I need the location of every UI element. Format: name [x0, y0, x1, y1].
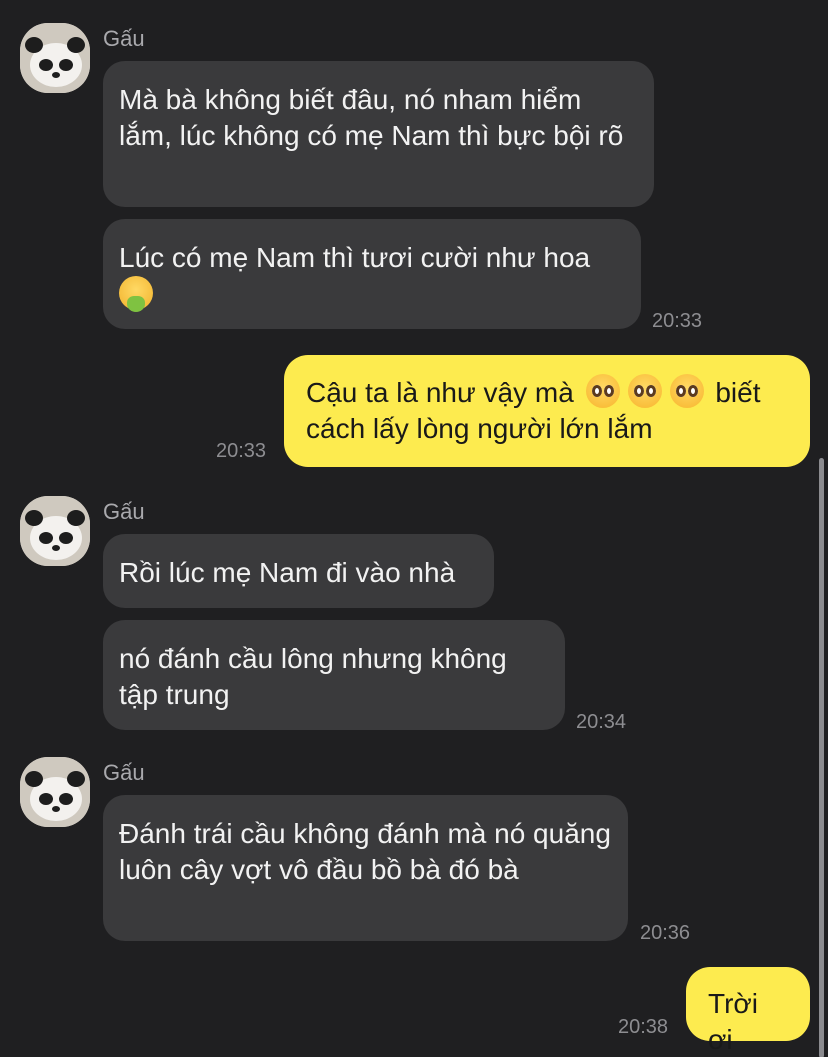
pleading-face-emoji	[669, 374, 704, 408]
pleading-face-emoji	[585, 374, 620, 408]
message-text: Cậu ta là như vậy mà	[306, 377, 574, 408]
message-bubble[interactable]: Đánh trái cầu không đánh mà nó quăng luô…	[103, 795, 628, 941]
message-text: Trời ơi	[708, 988, 758, 1055]
avatar[interactable]	[20, 757, 90, 827]
message-bubble[interactable]: Lúc có mẹ Nam thì tươi cười như hoa	[103, 219, 641, 329]
message-timestamp: 20:38	[618, 1016, 669, 1038]
chat-screen: Gấu Mà bà không biết đâu, nó nham hiểm l…	[0, 0, 828, 1057]
avatar[interactable]	[20, 496, 90, 566]
sender-name: Gấu	[103, 760, 145, 785]
avatar[interactable]	[20, 23, 90, 93]
message-text: Đánh trái cầu không đánh mà nó quăng luô…	[119, 818, 611, 885]
message-text: Lúc có mẹ Nam thì tươi cười như hoa	[119, 242, 591, 273]
pleading-face-emoji	[627, 374, 662, 408]
message-bubble-outgoing[interactable]: Cậu ta là như vậy mà biết cách lấy lòng …	[284, 355, 810, 467]
face-vomiting-emoji	[119, 276, 153, 312]
message-bubble-outgoing[interactable]: Trời ơi	[686, 967, 810, 1055]
sender-name: Gấu	[103, 26, 145, 51]
panda-avatar-image	[20, 496, 90, 566]
message-bubble[interactable]: Mà bà không biết đâu, nó nham hiểm lắm, …	[103, 61, 654, 207]
panda-avatar-image	[20, 757, 90, 827]
message-timestamp: 20:33	[652, 310, 703, 332]
panda-avatar-image	[20, 23, 90, 93]
message-timestamp: 20:33	[216, 440, 267, 462]
message-bubble[interactable]: Rồi lúc mẹ Nam đi vào nhà	[103, 534, 494, 608]
message-text: Mà bà không biết đâu, nó nham hiểm lắm, …	[119, 84, 624, 151]
scrollbar[interactable]	[819, 458, 824, 1057]
message-text: Rồi lúc mẹ Nam đi vào nhà	[119, 557, 456, 588]
message-timestamp: 20:36	[640, 922, 691, 944]
message-text: nó đánh cầu lông nhưng không tập trung	[119, 643, 507, 710]
sender-name: Gấu	[103, 499, 145, 524]
message-bubble[interactable]: nó đánh cầu lông nhưng không tập trung	[103, 620, 565, 730]
message-timestamp: 20:34	[576, 711, 627, 733]
